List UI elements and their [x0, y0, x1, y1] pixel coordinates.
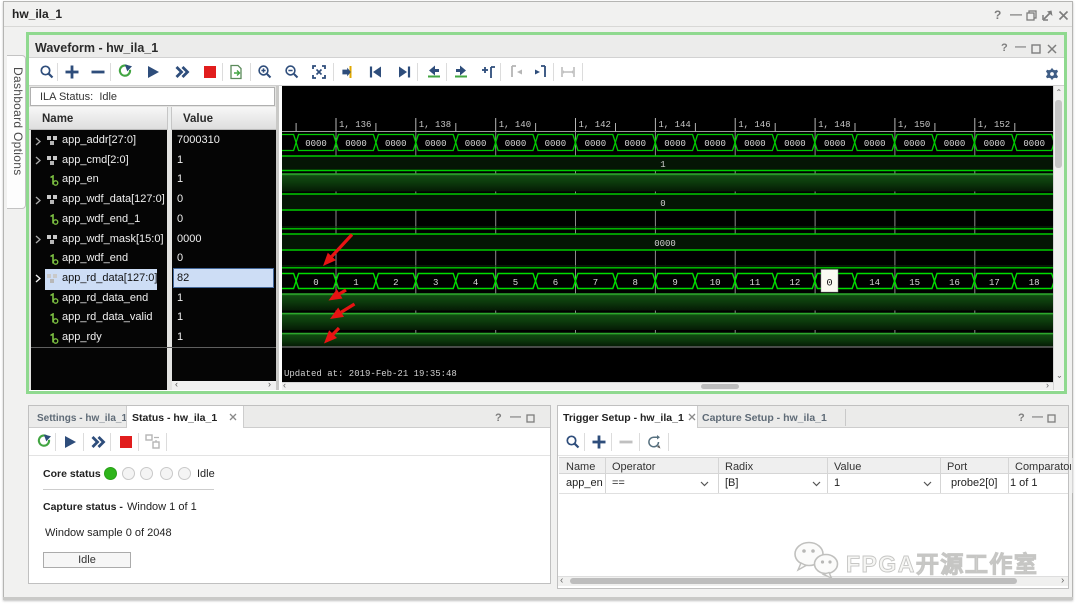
svg-text:1: 1: [660, 160, 665, 170]
svg-text:1: 1: [353, 278, 358, 288]
svg-text:0: 0: [313, 278, 318, 288]
svg-text:0: 0: [826, 278, 832, 290]
svg-text:0000: 0000: [465, 139, 487, 149]
svg-text:1, 144: 1, 144: [658, 120, 690, 130]
svg-text:8: 8: [632, 278, 637, 288]
svg-text:1, 150: 1, 150: [898, 120, 930, 130]
svg-text:17: 17: [989, 278, 1000, 288]
svg-text:2: 2: [393, 278, 398, 288]
svg-text:18: 18: [1029, 278, 1040, 288]
svg-text:1, 138: 1, 138: [419, 120, 451, 130]
svg-text:0000: 0000: [305, 139, 327, 149]
svg-text:0000: 0000: [944, 139, 966, 149]
svg-text:6: 6: [553, 278, 558, 288]
svg-text:5: 5: [513, 278, 518, 288]
svg-text:0000: 0000: [704, 139, 726, 149]
svg-text:0000: 0000: [425, 139, 447, 149]
svg-text:0000: 0000: [654, 239, 676, 249]
svg-text:1, 140: 1, 140: [499, 120, 531, 130]
svg-text:0000: 0000: [664, 139, 686, 149]
svg-text:10: 10: [710, 278, 721, 288]
svg-text:0000: 0000: [864, 139, 886, 149]
svg-text:Updated at: 2019-Feb-21 19:35:: Updated at: 2019-Feb-21 19:35:48: [284, 369, 457, 379]
svg-text:4: 4: [473, 278, 478, 288]
svg-text:0000: 0000: [345, 139, 367, 149]
svg-text:0: 0: [660, 199, 665, 209]
svg-text:0000: 0000: [984, 139, 1006, 149]
svg-text:0000: 0000: [904, 139, 926, 149]
svg-text:0000: 0000: [784, 139, 806, 149]
svg-text:3: 3: [433, 278, 438, 288]
svg-text:0000: 0000: [585, 139, 607, 149]
svg-text:15: 15: [909, 278, 920, 288]
svg-text:11: 11: [749, 278, 760, 288]
svg-text:0000: 0000: [824, 139, 846, 149]
svg-text:0000: 0000: [545, 139, 567, 149]
svg-text:1, 142: 1, 142: [579, 120, 611, 130]
svg-text:1, 136: 1, 136: [339, 120, 371, 130]
svg-text:9: 9: [672, 278, 677, 288]
svg-text:7: 7: [593, 278, 598, 288]
svg-text:16: 16: [949, 278, 960, 288]
svg-text:0000: 0000: [1023, 139, 1045, 149]
svg-text:14: 14: [869, 278, 880, 288]
svg-text:12: 12: [789, 278, 800, 288]
svg-text:0000: 0000: [744, 139, 766, 149]
svg-text:1, 152: 1, 152: [978, 120, 1010, 130]
svg-text:0000: 0000: [385, 139, 407, 149]
svg-text:0000: 0000: [624, 139, 646, 149]
svg-text:1, 146: 1, 146: [738, 120, 770, 130]
svg-text:0000: 0000: [505, 139, 527, 149]
svg-text:1, 148: 1, 148: [818, 120, 850, 130]
